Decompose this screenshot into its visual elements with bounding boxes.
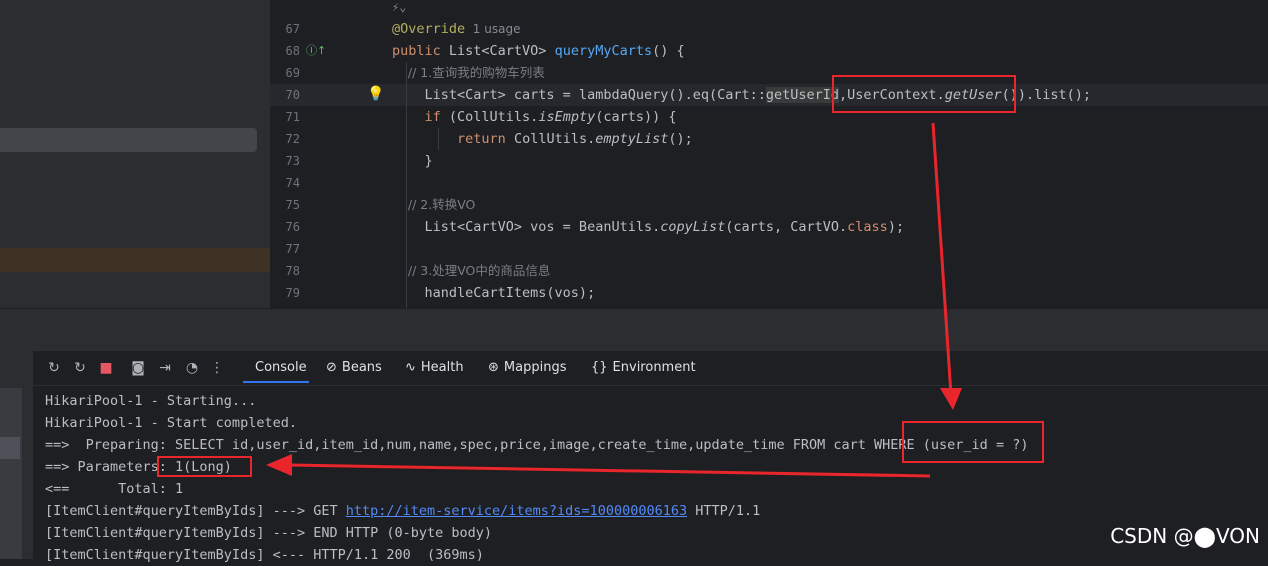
watermark: CSDN @⬤VON bbox=[1110, 524, 1260, 548]
arrow-left bbox=[289, 463, 931, 478]
annotation-arrows bbox=[266, 122, 962, 478]
arrow-down bbox=[931, 122, 953, 396]
arrow-left-head bbox=[266, 454, 292, 476]
arrow-down-head bbox=[940, 388, 962, 410]
